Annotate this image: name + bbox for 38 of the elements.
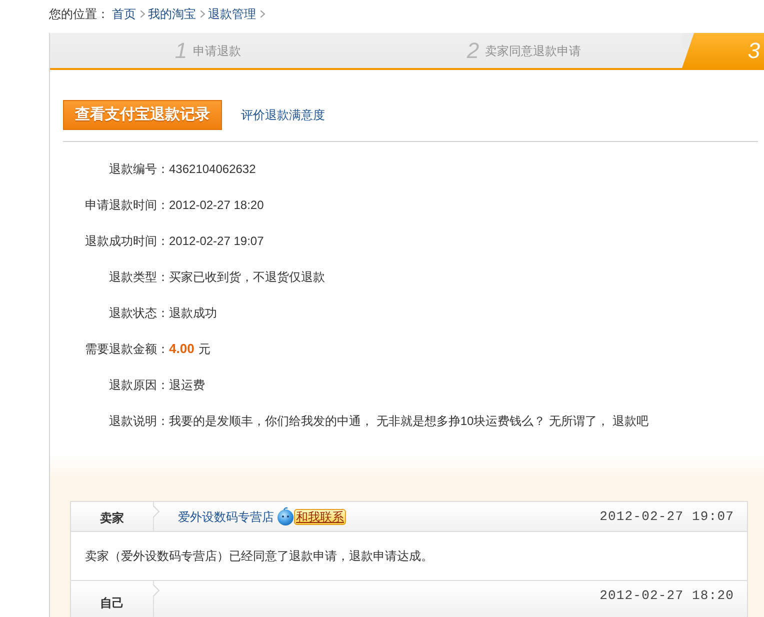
chevron-icon bbox=[200, 10, 205, 18]
sender-label: 自己 bbox=[100, 595, 124, 612]
step-number: 1 bbox=[174, 40, 188, 62]
breadcrumb-link[interactable]: 退款管理 bbox=[208, 5, 256, 23]
field-label: 需要退款金额： bbox=[84, 341, 169, 358]
breadcrumb-link[interactable]: 首页 bbox=[112, 5, 136, 23]
location-label: 您的位置： bbox=[49, 6, 109, 23]
step-label: 申请退款 bbox=[193, 42, 242, 60]
field-label: 退款说明： bbox=[108, 413, 169, 430]
field-label: 退款编号： bbox=[108, 161, 169, 178]
field-value: 退款成功 bbox=[169, 305, 217, 322]
contact-button[interactable]: 和我联系 bbox=[294, 508, 346, 524]
field-label: 申请退款时间： bbox=[84, 197, 169, 214]
shop-link[interactable]: 爱外设数码专营店 bbox=[178, 508, 274, 526]
amount-value: 4.00 bbox=[169, 340, 194, 358]
smiley-icon bbox=[276, 507, 295, 526]
sender-label: 卖家 bbox=[100, 510, 124, 527]
message-time: 2012-02-27 19:07 bbox=[600, 508, 735, 526]
field-value: 2012-02-27 19:07 bbox=[169, 233, 264, 250]
field-value: 2012-02-27 18:20 bbox=[169, 197, 264, 214]
field-label: 退款类型： bbox=[108, 269, 169, 286]
message-time: 2012-02-27 18:20 bbox=[600, 587, 735, 605]
chevron-icon bbox=[260, 10, 265, 18]
field-label: 退款状态： bbox=[108, 305, 169, 322]
rate-refund-link[interactable]: 评价退款满意度 bbox=[241, 106, 325, 124]
field-value: 买家已收到货，不退货仅退款 bbox=[169, 269, 325, 286]
chevron-icon bbox=[140, 10, 145, 18]
field-value: 4362104062632 bbox=[169, 161, 256, 178]
field-label: 退款原因： bbox=[108, 377, 169, 394]
step-number: 3 bbox=[748, 40, 760, 62]
field-value: 我要的是发顺丰，你们给我发的中通， 无非就是想多挣10块运费钱么？ 无所谓了， 退款吧 bbox=[169, 413, 648, 430]
breadcrumb-link[interactable]: 我的淘宝 bbox=[148, 5, 196, 23]
step-number: 2 bbox=[466, 40, 480, 62]
step-label: 卖家同意退款申请 bbox=[485, 42, 582, 60]
message-text: 卖家（爱外设数码专营店）已经同意了退款申请，退款申请达成。 bbox=[85, 548, 433, 565]
field-value: 退运费 bbox=[169, 377, 205, 394]
currency-unit: 元 bbox=[198, 341, 210, 358]
field-label: 退款成功时间： bbox=[84, 233, 169, 250]
